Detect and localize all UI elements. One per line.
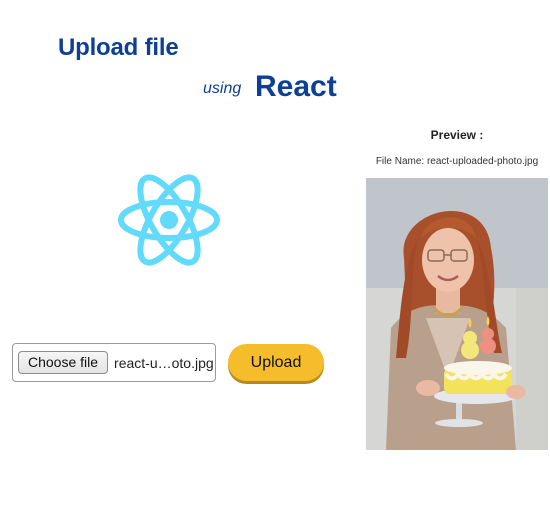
subtitle-main: React bbox=[255, 70, 337, 103]
selected-file-name: react-u…oto.jpg bbox=[114, 354, 214, 371]
file-input[interactable]: Choose file react-u…oto.jpg bbox=[12, 343, 216, 382]
page-title: Upload file bbox=[58, 34, 179, 61]
upload-page: Upload file using React Choose file reac… bbox=[0, 0, 550, 513]
preview-image bbox=[366, 178, 548, 450]
subtitle-prefix: using bbox=[203, 80, 242, 97]
react-logo-icon bbox=[115, 172, 223, 268]
preview-heading: Preview : bbox=[430, 128, 484, 142]
choose-file-button[interactable]: Choose file bbox=[18, 351, 109, 374]
upload-button[interactable]: Upload bbox=[228, 344, 324, 381]
preview-file-name: File Name: react-uploaded-photo.jpg bbox=[375, 156, 539, 167]
